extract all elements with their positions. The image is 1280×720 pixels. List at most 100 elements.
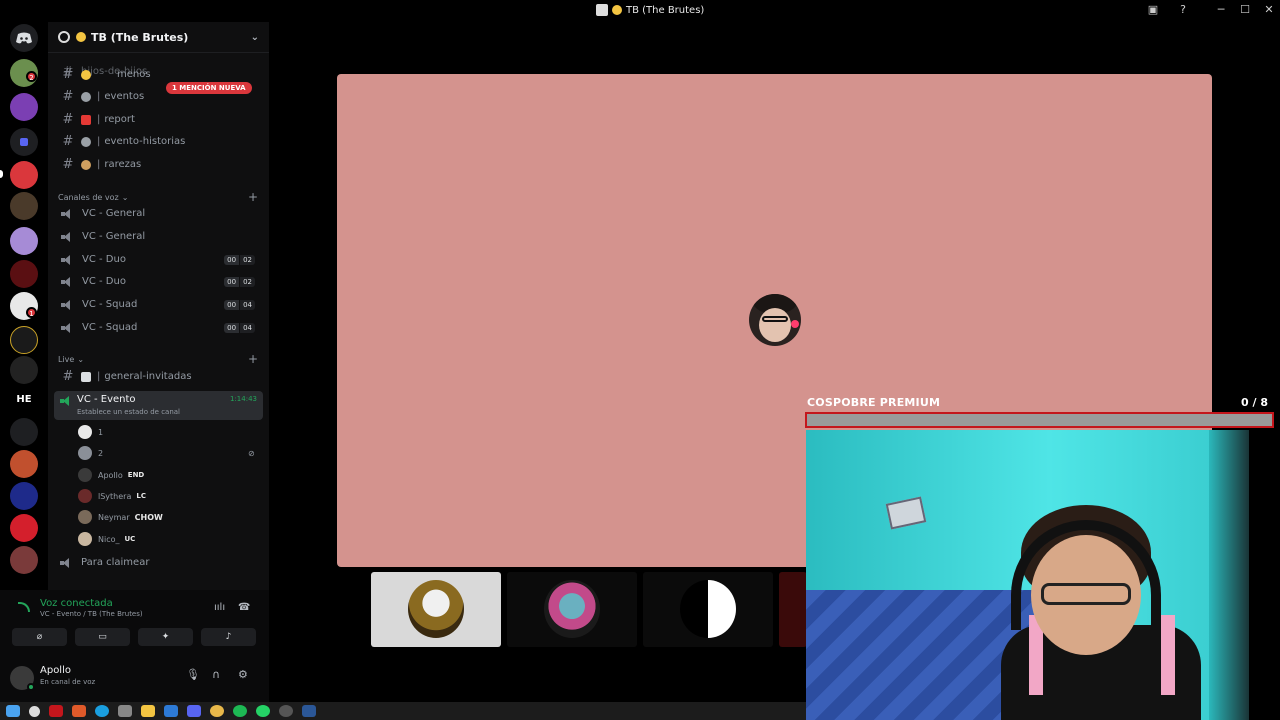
activity-button[interactable]: ✦ [138,628,193,646]
user-limit-badge: 00 04 [224,299,255,310]
guild-header[interactable]: TB (The Brutes) ⌄ [48,22,269,53]
noise-suppression-icon[interactable]: ıılı [214,602,225,613]
voice-member[interactable]: 1 [78,422,103,442]
discord-icon[interactable] [187,705,201,717]
avatar [78,532,92,546]
app-icon[interactable] [49,705,63,717]
voice-channel-general-2[interactable]: VC - General [56,226,263,247]
camera-off-button[interactable]: ⌀ [12,628,67,646]
channel-name: eventos [104,91,145,102]
disconnect-icon[interactable]: ☎ [238,602,250,613]
voice-channel-duo-2[interactable]: VC - Duo 00 02 [56,271,263,292]
server-icon-4[interactable] [10,227,38,255]
word-icon[interactable] [302,705,316,717]
selected-pill [0,170,3,178]
category-voice[interactable]: Canales de voz ⌄ + [58,190,258,204]
avatar [544,580,600,638]
smiley-icon [612,5,622,15]
close-button[interactable]: ✕ [1259,3,1279,16]
gear-icon[interactable]: ⚙ [238,668,248,681]
speaker-avatar[interactable] [749,294,801,346]
voice-member[interactable]: Neymar CHOW [78,507,163,527]
overlay-count: 0 / 8 [1241,396,1268,409]
app-icon[interactable] [72,705,86,717]
participant-tile[interactable] [371,572,501,647]
server-icon-2[interactable] [10,93,38,121]
category-live[interactable]: Live ⌄ + [58,352,258,366]
start-icon[interactable] [6,705,20,717]
soundboard-button[interactable]: ♪ [201,628,256,646]
server-folder-icon[interactable] [10,128,38,156]
microphone-icon[interactable]: 🎙 [186,668,200,681]
channel-name: report [104,114,135,125]
channel-general-invitadas[interactable]: # | general-invitadas [56,366,263,387]
user-name[interactable]: Apollo [40,665,71,676]
server-icon-tb[interactable] [10,161,38,189]
smiley-icon [76,32,86,42]
voice-channel-squad-1[interactable]: VC - Squad 00 04 [56,294,263,315]
voice-member[interactable]: Apollo END [78,465,144,485]
active-voice-channel[interactable]: VC - Evento Establece un estado de canal… [54,391,263,420]
server-icon-5[interactable] [10,260,38,288]
add-channel-icon[interactable]: + [248,352,258,366]
maximize-button[interactable]: ☐ [1235,3,1255,16]
app-icon[interactable] [118,705,132,717]
speaker-icon [60,557,72,568]
speaker-icon [61,254,73,265]
avatar [408,580,464,638]
channel-report[interactable]: # | report [56,109,263,130]
screen-share-button[interactable]: ▭ [75,628,130,646]
channel-evento-historias[interactable]: # | evento-historias [56,131,263,152]
chrome-icon[interactable] [210,705,224,717]
voice-panel: Voz conectada VC - Evento / TB (The Brut… [0,590,269,702]
participant-tile[interactable] [507,572,637,647]
participant-tile[interactable] [779,572,807,647]
voice-member[interactable]: 2 ⊘ [78,443,255,463]
server-icon-13[interactable] [10,546,38,574]
voice-channel-duo-1[interactable]: VC - Duo 00 02 [56,249,263,270]
folder-icon[interactable] [141,705,155,717]
discord-home-button[interactable] [10,24,38,52]
voice-member[interactable]: lSythera LC [78,486,146,506]
voice-channel-general-1[interactable]: VC - General [56,203,263,224]
app-icon[interactable] [279,705,293,717]
channel-para-claimear[interactable]: Para claimear [60,557,149,568]
title-bar: TB (The Brutes) ▣ ? ─ ☐ ✕ [0,0,1280,22]
spotify-icon[interactable] [233,705,247,717]
muted-icon: ⊘ [248,448,255,458]
channel-eventos[interactable]: # | eventos [56,86,263,107]
help-icon[interactable]: ? [1173,3,1193,16]
voice-channel-squad-2[interactable]: VC - Squad 00 04 [56,317,263,338]
server-icon-3[interactable] [10,192,38,220]
channel-name: menos [117,69,151,80]
active-voice-name: VC - Evento [77,394,136,405]
server-icon-he[interactable]: HE [10,386,38,414]
whatsapp-icon[interactable] [256,705,270,717]
lollipop-emoji-icon [81,159,91,170]
headphones-icon[interactable]: ∩ [212,668,220,681]
participant-strip [371,572,807,647]
minimize-button[interactable]: ─ [1211,3,1231,16]
voice-connected-label[interactable]: Voz conectada [40,598,113,609]
server-icon-10[interactable] [10,450,38,478]
voice-connected-channel[interactable]: VC - Evento / TB (The Brutes) [40,610,143,618]
set-channel-status[interactable]: Establece un estado de canal [77,408,180,416]
server-icon-9[interactable] [10,418,38,446]
app-icon[interactable] [164,705,178,717]
channel-name: evento-historias [104,136,186,147]
channel-rarezas[interactable]: # | rarezas [56,154,263,175]
add-channel-icon[interactable]: + [248,190,258,204]
search-icon[interactable] [29,705,40,717]
server-icon-7[interactable] [10,326,38,354]
edge-icon[interactable] [95,705,109,717]
siren-emoji-icon [81,114,91,125]
server-icon-11[interactable] [10,482,38,510]
participant-tile[interactable] [643,572,773,647]
server-icon-8[interactable] [10,356,38,384]
discord-window: TB (The Brutes) ▣ ? ─ ☐ ✕ 2 1 HE TB (The… [0,0,1280,720]
voice-member[interactable]: Nico_ UC [78,529,135,549]
server-icon-12[interactable] [10,514,38,542]
hash-icon: # [62,67,74,82]
window-title: TB (The Brutes) [596,4,704,16]
inbox-icon[interactable]: ▣ [1143,3,1163,16]
